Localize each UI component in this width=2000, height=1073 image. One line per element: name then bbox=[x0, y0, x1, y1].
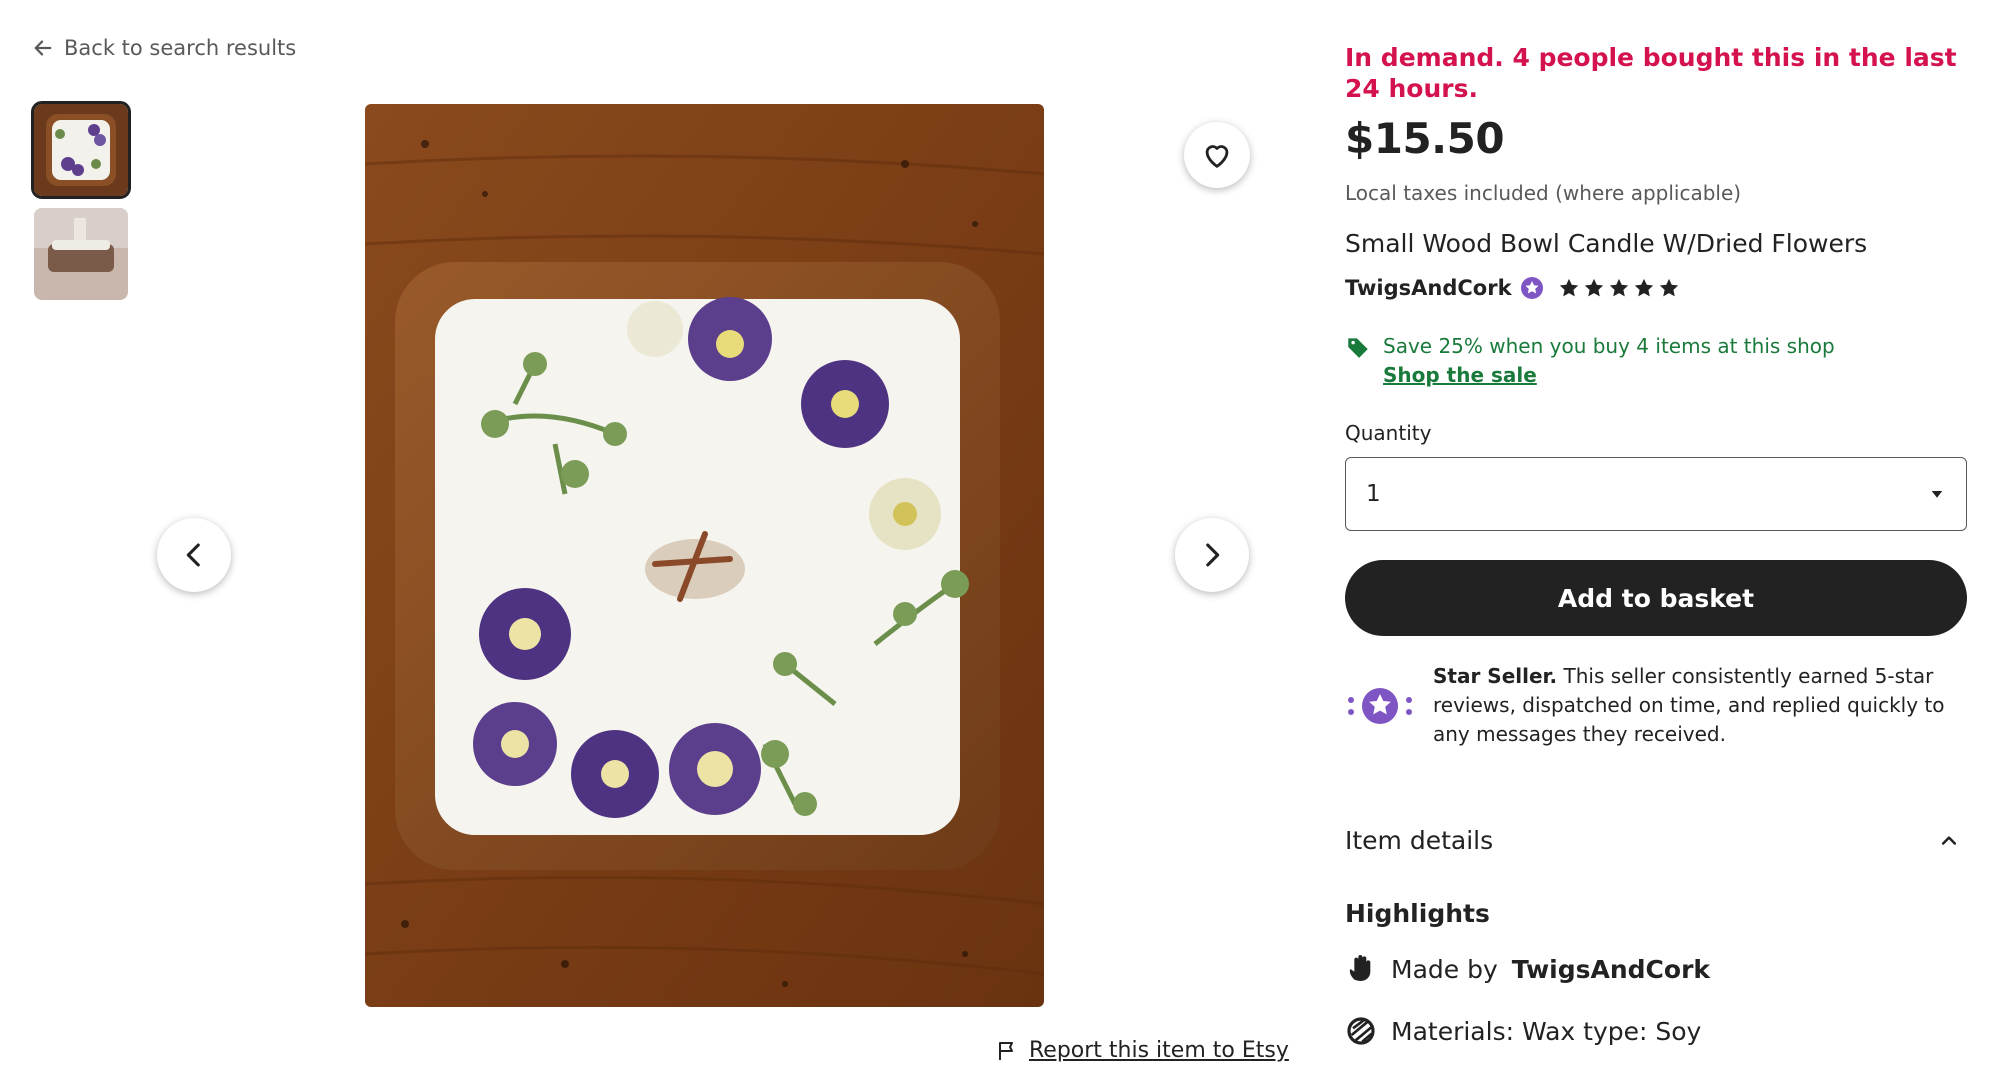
previous-image-button[interactable] bbox=[157, 518, 231, 592]
quantity-label: Quantity bbox=[1345, 421, 1432, 445]
next-image-button[interactable] bbox=[1175, 518, 1249, 592]
shop-rating-row: TwigsAndCork bbox=[1345, 276, 1967, 300]
price: $15.50 bbox=[1345, 114, 1505, 163]
candle-photo bbox=[365, 104, 1044, 1007]
arrow-left-icon bbox=[34, 40, 52, 56]
star-icon bbox=[1609, 278, 1628, 297]
chevron-left-icon bbox=[186, 543, 200, 567]
heart-icon bbox=[1205, 145, 1229, 168]
listing-title: Small Wood Bowl Candle W/Dried Flowers bbox=[1345, 229, 1868, 258]
quantity-value: 1 bbox=[1366, 481, 1381, 507]
quantity-select[interactable]: 1 bbox=[1345, 457, 1967, 531]
report-item-link[interactable]: Report this item to Etsy bbox=[995, 1038, 1289, 1063]
star-icon bbox=[1584, 278, 1603, 297]
caret-down-icon bbox=[1931, 491, 1943, 498]
thumbnail-1-image bbox=[34, 104, 128, 196]
rating-stars bbox=[1558, 277, 1680, 299]
sale-text: Save 25% when you buy 4 items at this sh… bbox=[1383, 334, 1835, 358]
made-by-shop-link[interactable]: TwigsAndCork bbox=[1512, 955, 1710, 984]
materials-icon bbox=[1347, 1017, 1375, 1045]
sale-banner: Save 25% when you buy 4 items at this sh… bbox=[1345, 332, 1967, 390]
back-to-search-link[interactable]: Back to search results bbox=[32, 36, 296, 60]
star-seller-badge-icon bbox=[1348, 688, 1412, 724]
shop-name-link[interactable]: TwigsAndCork bbox=[1345, 276, 1512, 300]
star-seller-section: Star Seller. This seller consistently ea… bbox=[1345, 662, 1967, 749]
thumbnail-2-image bbox=[34, 208, 128, 300]
star-seller-badge-icon bbox=[1520, 277, 1543, 299]
made-by-prefix: Made by bbox=[1391, 954, 1498, 984]
materials-text: Materials: Wax type: Soy bbox=[1391, 1016, 1702, 1046]
back-link-label: Back to search results bbox=[64, 36, 297, 60]
thumbnail-1[interactable] bbox=[31, 101, 131, 199]
tag-icon bbox=[1348, 338, 1368, 358]
report-link-label: Report this item to Etsy bbox=[1029, 1038, 1289, 1063]
favorite-button[interactable] bbox=[1184, 122, 1250, 188]
highlight-made-by: Made by TwigsAndCork bbox=[1345, 953, 1967, 985]
star-icon bbox=[1634, 278, 1653, 297]
star-seller-description: Star Seller. This seller consistently ea… bbox=[1433, 662, 1967, 749]
flag-icon bbox=[999, 1041, 1013, 1060]
demand-notice: In demand. 4 people bought this in the l… bbox=[1345, 43, 1957, 103]
chevron-up-icon bbox=[1941, 835, 1957, 845]
item-details-label: Item details bbox=[1345, 826, 1494, 855]
item-details-toggle[interactable]: Item details bbox=[1345, 826, 1967, 855]
highlights-heading: Highlights bbox=[1345, 899, 1490, 928]
star-icon bbox=[1559, 278, 1578, 297]
chevron-right-icon bbox=[1206, 543, 1220, 567]
main-product-image bbox=[365, 104, 1044, 1007]
shop-the-sale-link[interactable]: Shop the sale bbox=[1383, 361, 1835, 390]
taxes-note: Local taxes included (where applicable) bbox=[1345, 181, 1742, 205]
hand-wave-icon bbox=[1349, 955, 1371, 981]
highlight-materials: Materials: Wax type: Soy bbox=[1345, 1015, 1967, 1047]
star-seller-title: Star Seller. bbox=[1433, 664, 1558, 688]
star-icon bbox=[1659, 278, 1678, 297]
thumbnail-2[interactable] bbox=[34, 208, 128, 300]
add-to-basket-button[interactable]: Add to basket bbox=[1345, 560, 1967, 636]
